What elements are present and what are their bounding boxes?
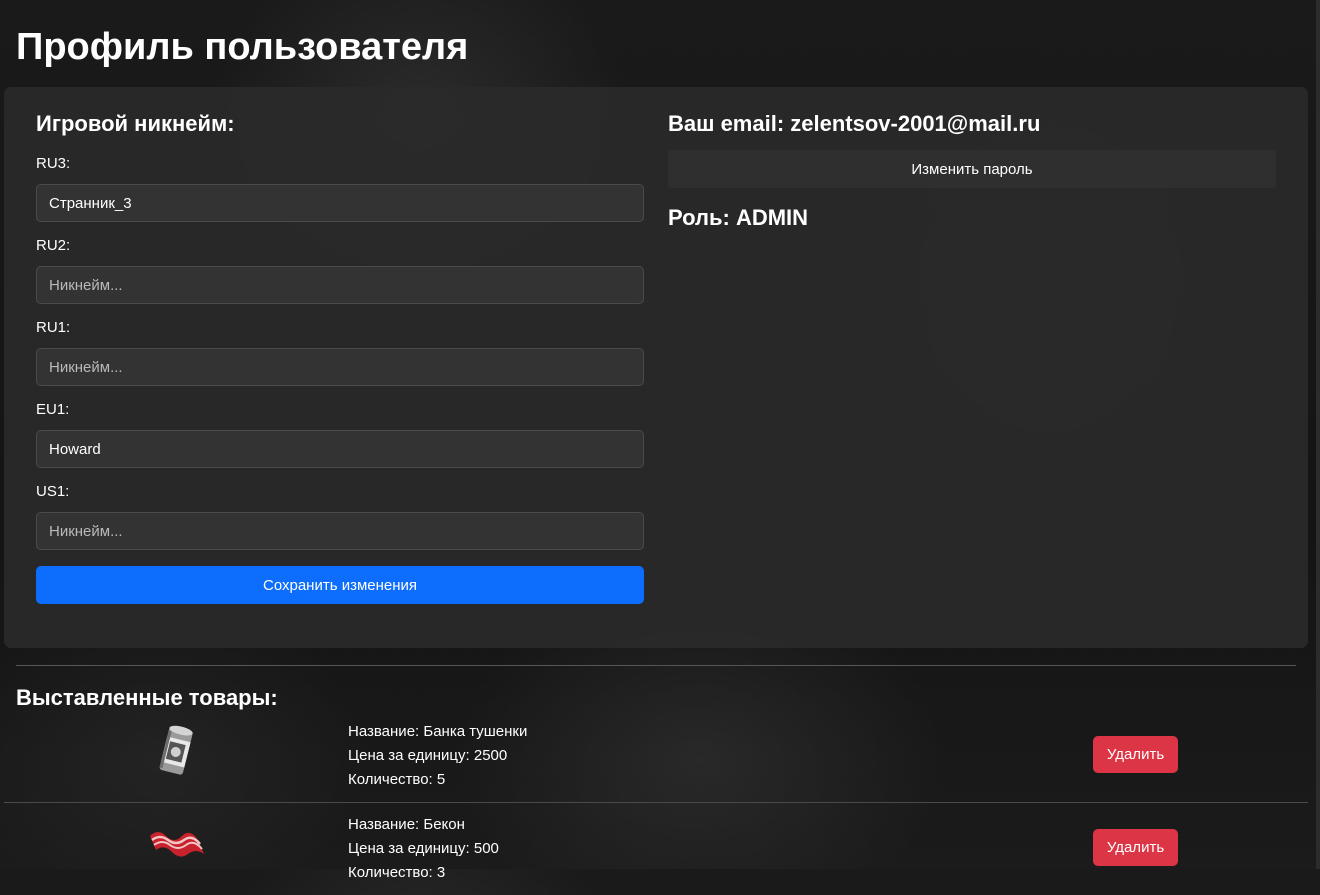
profile-card: Игровой никнейм: RU3: RU2: RU1: EU1: US1… <box>4 87 1308 648</box>
email-heading: Ваш email: zelentsov-2001@mail.ru <box>668 111 1041 136</box>
nickname-heading: Игровой никнейм: <box>36 111 235 136</box>
item-quantity: Количество: 3 <box>348 864 446 881</box>
item-info: Название: Банка тушенки Цена за единицу:… <box>348 720 527 792</box>
change-password-button[interactable]: Изменить пароль <box>668 150 1276 188</box>
ru2-nickname-input[interactable] <box>36 266 644 304</box>
scrollbar-track[interactable] <box>1316 0 1320 869</box>
bacon-icon <box>144 814 208 874</box>
ru3-label: RU3: <box>36 155 71 172</box>
ru1-label: RU1: <box>36 319 71 336</box>
item-name: Название: Банка тушенки <box>348 723 528 740</box>
save-changes-button[interactable]: Сохранить изменения <box>36 566 644 604</box>
item-price: Цена за единицу: 2500 <box>348 747 508 764</box>
listing-row: Название: Банка тушенки Цена за единицу:… <box>4 709 1308 803</box>
ru1-nickname-input[interactable] <box>36 348 644 386</box>
canned-meat-icon <box>144 721 208 781</box>
section-divider <box>16 665 1296 666</box>
item-quantity: Количество: 5 <box>348 771 446 788</box>
listing-row: Название: Бекон Цена за единицу: 500 Кол… <box>4 802 1308 895</box>
item-name: Название: Бекон <box>348 816 465 833</box>
ru3-nickname-input[interactable] <box>36 184 644 222</box>
eu1-label: EU1: <box>36 401 70 418</box>
role-heading: Роль: ADMIN <box>668 205 809 230</box>
delete-button[interactable]: Удалить <box>1093 736 1178 773</box>
eu1-nickname-input[interactable] <box>36 430 644 468</box>
us1-label: US1: <box>36 483 70 500</box>
nickname-section: Игровой никнейм: RU3: RU2: RU1: EU1: US1… <box>36 109 644 604</box>
account-section: Ваш email: zelentsov-2001@mail.ru Измени… <box>668 109 1276 233</box>
delete-button[interactable]: Удалить <box>1093 829 1178 866</box>
item-price: Цена за единицу: 500 <box>348 840 499 857</box>
page-title: Профиль пользователя <box>16 26 469 68</box>
ru2-label: RU2: <box>36 237 71 254</box>
us1-nickname-input[interactable] <box>36 512 644 550</box>
item-info: Название: Бекон Цена за единицу: 500 Кол… <box>348 813 499 885</box>
